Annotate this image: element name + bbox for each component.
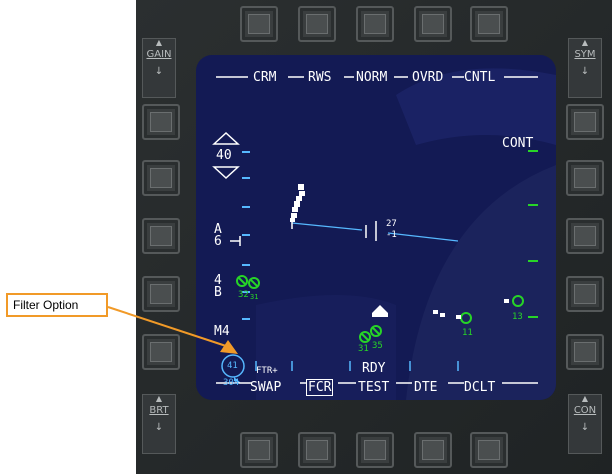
osb-top-3[interactable] [356, 6, 394, 42]
osb-left-3[interactable] [142, 218, 180, 254]
filter-option-callout: Filter Option [6, 293, 108, 317]
gain-label: GAIN [146, 49, 172, 60]
osb-right-5[interactable] [566, 334, 604, 370]
target-label: 13 [512, 312, 523, 322]
dte-label[interactable]: DTE [414, 381, 437, 394]
range-value: 40 [216, 148, 232, 163]
crm-label[interactable]: CRM [253, 71, 276, 84]
osb-right-1[interactable] [566, 104, 604, 140]
bullseye-bearing: 41 [227, 361, 238, 371]
osb-bottom-5[interactable] [470, 432, 508, 468]
osb-top-4[interactable] [414, 6, 452, 42]
gain-rocker[interactable]: ▲ GAIN ↓ [142, 38, 176, 98]
target-label: 32 [238, 290, 249, 300]
azimuth-bottom[interactable]: 6 [214, 235, 222, 248]
gain-down-icon: ↓ [154, 66, 164, 77]
sym-rocker[interactable]: ▲ SYM ↓ [568, 38, 602, 98]
norm-label[interactable]: NORM [356, 71, 387, 84]
brt-up-icon: ▲ [155, 394, 163, 403]
con-label: CON [573, 405, 597, 416]
target-sublabel: 31 [250, 293, 259, 301]
cont-label[interactable]: CONT [502, 137, 533, 150]
sym-label: SYM [574, 49, 596, 60]
osb-right-3[interactable] [566, 218, 604, 254]
target-group-left [236, 275, 260, 289]
brt-label: BRT [149, 405, 169, 416]
osb-left-4[interactable] [142, 276, 180, 312]
osb-bottom-4[interactable] [414, 432, 452, 468]
elevation-bottom: -1 [386, 230, 397, 240]
target-label: 31 [358, 344, 369, 354]
osb-top-1[interactable] [240, 6, 278, 42]
filter-option-label[interactable]: FTR+ [256, 367, 278, 376]
osb-top-5[interactable] [470, 6, 508, 42]
master-mode-label[interactable]: M4 [214, 325, 230, 338]
osb-top-2[interactable] [298, 6, 336, 42]
target-label: 11 [462, 328, 473, 338]
gain-up-icon: ▲ [155, 38, 163, 47]
osb-bottom-2[interactable] [298, 432, 336, 468]
osb-left-1[interactable] [142, 104, 180, 140]
brt-down-icon: ↓ [154, 422, 164, 433]
osb-right-2[interactable] [566, 160, 604, 196]
osb-bottom-1[interactable] [240, 432, 278, 468]
status-label: RDY [362, 361, 386, 376]
bullseye-range: 304 [223, 378, 240, 388]
con-up-icon: ▲ [581, 394, 589, 403]
dclt-label[interactable]: DCLT [464, 381, 495, 394]
con-down-icon: ↓ [580, 422, 590, 433]
osb-left-2[interactable] [142, 160, 180, 196]
target-sublabel: 35 [372, 341, 383, 351]
search-hits [290, 184, 305, 222]
sym-up-icon: ▲ [581, 38, 589, 47]
bars-bottom[interactable]: B [214, 286, 222, 299]
ovrd-label[interactable]: OVRD [412, 71, 443, 84]
fcr-display: CRM RWS NORM OVRD CNTL CONT 40 A 6 4 B M… [196, 55, 556, 400]
osb-bottom-3[interactable] [356, 432, 394, 468]
range-down-caret-icon [212, 166, 240, 180]
rws-label[interactable]: RWS [308, 71, 331, 84]
con-rocker[interactable]: ▲ CON ↓ [568, 394, 602, 454]
osb-right-4[interactable] [566, 276, 604, 312]
brt-rocker[interactable]: ▲ BRT ↓ [142, 394, 176, 454]
osb-left-5[interactable] [142, 334, 180, 370]
test-label[interactable]: TEST [358, 381, 389, 394]
range-up-caret-icon [212, 131, 240, 145]
cntl-label[interactable]: CNTL [464, 71, 495, 84]
swap-label[interactable]: SWAP [250, 381, 281, 394]
fcr-label[interactable]: FCR [305, 379, 334, 396]
sym-down-icon: ↓ [580, 66, 590, 77]
elevation-top: 27 [386, 219, 397, 229]
